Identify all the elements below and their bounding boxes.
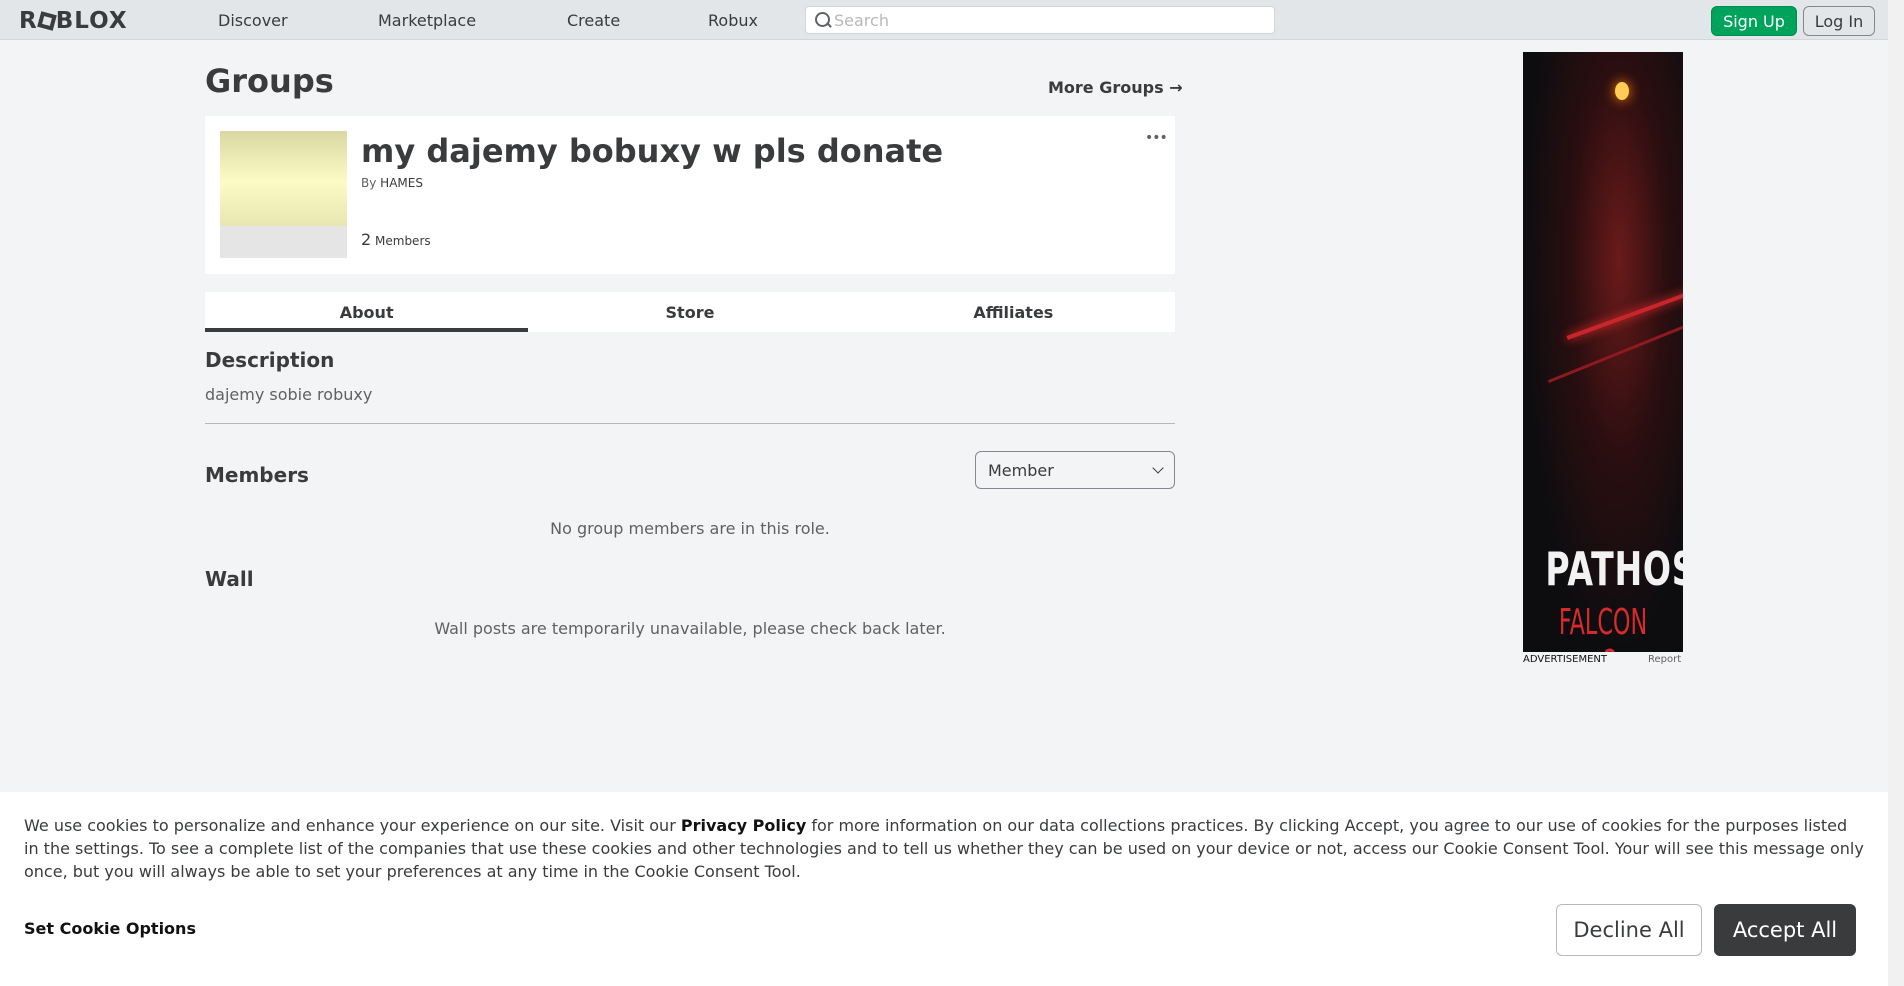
set-cookie-options-link[interactable]: Set Cookie Options — [24, 919, 196, 938]
nav-create[interactable]: Create — [567, 11, 620, 30]
search-icon[interactable] — [806, 6, 834, 34]
members-empty-message: No group members are in this role. — [550, 519, 830, 538]
wall-empty-message: Wall posts are temporarily unavailable, … — [434, 619, 946, 638]
description-heading: Description — [205, 348, 335, 372]
ad-red-streak — [1547, 324, 1683, 383]
privacy-policy-link[interactable]: Privacy Policy — [681, 816, 806, 835]
section-divider — [205, 423, 1175, 424]
group-emblem-footer — [220, 226, 347, 258]
ad-light-icon — [1615, 82, 1629, 100]
group-tabs: About Store Affiliates — [205, 292, 1175, 332]
ad-report-link[interactable]: Report — [1648, 654, 1681, 665]
page-title: Groups — [205, 62, 334, 100]
group-name: my dajemy bobuxy w pls donate — [361, 132, 944, 170]
group-header-card: my dajemy bobuxy w pls donate By HAMES 2… — [205, 116, 1175, 274]
login-button[interactable]: Log In — [1803, 6, 1875, 36]
by-label: By — [361, 176, 377, 190]
more-groups-link[interactable]: More Groups → — [1048, 78, 1183, 97]
nav-discover[interactable]: Discover — [218, 11, 288, 30]
signup-button[interactable]: Sign Up — [1711, 6, 1797, 36]
owner-link[interactable]: HAMES — [380, 176, 423, 190]
tab-about[interactable]: About — [205, 292, 529, 332]
role-dropdown[interactable]: Member — [975, 451, 1175, 489]
top-nav-bar: R BLOX Discover Marketplace Create Robux … — [0, 0, 1888, 40]
cookie-text-before: We use cookies to personalize and enhanc… — [24, 816, 681, 835]
ad-title: PATHOS — [1545, 542, 1683, 596]
ad-label: ADVERTISEMENT — [1523, 654, 1608, 665]
roblox-logo[interactable]: R BLOX — [19, 8, 128, 34]
group-emblem — [220, 131, 347, 258]
nav-robux[interactable]: Robux — [708, 11, 758, 30]
page-scrollbar[interactable] — [1888, 0, 1904, 986]
more-groups-label: More Groups — [1048, 78, 1164, 97]
more-options-icon[interactable]: ••• — [1145, 130, 1168, 146]
decline-all-button[interactable]: Decline All — [1556, 904, 1702, 956]
tab-store[interactable]: Store — [528, 292, 851, 332]
role-dropdown-value: Member — [988, 460, 1054, 480]
search-input[interactable] — [834, 10, 1264, 30]
ad-subtitle: FALCON - 2 — [1558, 602, 1648, 652]
tab-affiliates[interactable]: Affiliates — [852, 292, 1175, 332]
accept-all-button[interactable]: Accept All — [1714, 904, 1856, 956]
wall-heading: Wall — [205, 567, 254, 591]
chevron-down-icon — [1152, 462, 1164, 474]
cookie-banner: We use cookies to personalize and enhanc… — [0, 792, 1888, 986]
group-owner: By HAMES — [361, 176, 423, 190]
nav-marketplace[interactable]: Marketplace — [378, 11, 476, 30]
advertisement-banner[interactable]: PATHOS FALCON - 2 — [1523, 52, 1683, 652]
logo-o-icon — [36, 11, 57, 31]
search-box — [805, 6, 1275, 34]
group-description: dajemy sobie robuxy — [205, 385, 373, 404]
members-heading: Members — [205, 463, 309, 487]
cookie-message: We use cookies to personalize and enhanc… — [24, 814, 1864, 883]
arrow-right-icon: → — [1169, 78, 1183, 97]
member-count-value: 2 — [361, 230, 372, 249]
group-member-count: 2 Members — [361, 230, 431, 249]
member-count-label: Members — [375, 234, 431, 248]
